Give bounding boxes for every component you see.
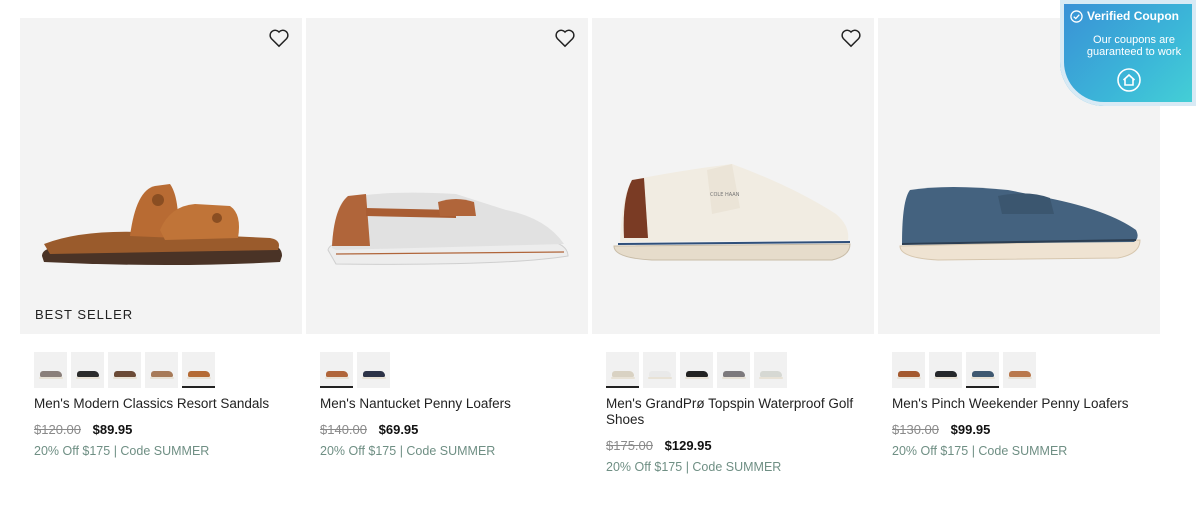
color-swatches xyxy=(320,352,588,388)
product-name[interactable]: Men's Nantucket Penny Loafers xyxy=(320,396,580,412)
product-card[interactable]: Men's Nantucket Penny Loafers $140.00 $6… xyxy=(306,18,588,474)
color-swatch[interactable] xyxy=(717,352,750,388)
color-swatch[interactable] xyxy=(680,352,713,388)
coupon-title: Verified Coupon xyxy=(1087,9,1180,23)
swatch-shoe xyxy=(39,371,63,379)
sale-price: $99.95 xyxy=(950,422,991,437)
color-swatch[interactable] xyxy=(34,352,67,388)
swatch-shoe xyxy=(611,371,635,379)
color-swatch[interactable] xyxy=(71,352,104,388)
original-price: $140.00 xyxy=(320,422,367,437)
price-row: $140.00 $69.95 xyxy=(320,422,588,437)
color-swatch[interactable] xyxy=(108,352,141,388)
coupon-subtitle: Our coupons are guaranteed to work xyxy=(1086,34,1182,58)
sale-price: $89.95 xyxy=(92,422,133,437)
product-name[interactable]: Men's GrandPrø Topspin Waterproof Golf S… xyxy=(606,396,866,428)
swatch-shoe xyxy=(897,371,921,379)
product-card[interactable]: BEST SELLER Men's Modern Classics Resort… xyxy=(20,18,302,474)
swatch-shoe xyxy=(187,371,211,379)
house-icon[interactable] xyxy=(1117,68,1141,92)
color-swatch-selected[interactable] xyxy=(606,352,639,388)
swatch-shoe xyxy=(362,371,386,379)
color-swatch[interactable] xyxy=(1003,352,1036,388)
color-swatch-selected[interactable] xyxy=(966,352,999,388)
color-swatch-selected[interactable] xyxy=(182,352,215,388)
golf-shoe-image: COLE HAAN xyxy=(613,164,851,261)
color-swatch-selected[interactable] xyxy=(320,352,353,388)
product-image[interactable] xyxy=(306,18,588,334)
product-grid: BEST SELLER Men's Modern Classics Resort… xyxy=(20,18,1160,474)
promo-text: 20% Off $175 | Code SUMMER xyxy=(34,444,210,458)
swatch-shoe xyxy=(722,371,746,379)
product-image[interactable]: BEST SELLER xyxy=(20,18,302,334)
promo-text: 20% Off $175 | Code SUMMER xyxy=(892,444,1068,458)
promo-text: 20% Off $175 | Code SUMMER xyxy=(320,444,496,458)
swatch-shoe xyxy=(1008,371,1032,379)
color-swatch[interactable] xyxy=(357,352,390,388)
price-row: $120.00 $89.95 xyxy=(34,422,302,437)
best-seller-badge: BEST SELLER xyxy=(35,307,134,322)
verified-coupon-popup[interactable]: Verified Coupon Our coupons are guarante… xyxy=(1060,0,1196,106)
price-row: $130.00 $99.95 xyxy=(892,422,1160,437)
sale-price: $69.95 xyxy=(378,422,419,437)
sandal-image xyxy=(42,184,282,265)
original-price: $175.00 xyxy=(606,438,653,453)
svg-text:COLE HAAN: COLE HAAN xyxy=(710,192,740,198)
product-name[interactable]: Men's Modern Classics Resort Sandals xyxy=(34,396,294,412)
swatch-shoe xyxy=(685,371,709,379)
heart-icon[interactable] xyxy=(840,28,862,48)
swatch-shoe xyxy=(150,371,174,379)
color-swatches xyxy=(34,352,302,388)
coupon-title-row: Verified Coupon xyxy=(1070,9,1179,23)
swatch-shoe xyxy=(76,371,100,379)
swatch-shoe xyxy=(971,371,995,379)
swatch-shoe xyxy=(759,371,783,379)
price-row: $175.00 $129.95 xyxy=(606,438,874,453)
product-card[interactable]: COLE HAAN Men's GrandPrø Topspin Waterpr… xyxy=(592,18,874,474)
original-price: $130.00 xyxy=(892,422,939,437)
color-swatch[interactable] xyxy=(892,352,925,388)
swatch-shoe xyxy=(113,371,137,379)
check-circle-icon xyxy=(1070,9,1083,23)
color-swatches xyxy=(606,352,874,388)
color-swatch[interactable] xyxy=(145,352,178,388)
sale-price: $129.95 xyxy=(664,438,712,453)
swatch-shoe xyxy=(325,371,349,379)
swatch-shoe xyxy=(648,371,672,379)
product-name[interactable]: Men's Pinch Weekender Penny Loafers xyxy=(892,396,1152,412)
promo-text: 20% Off $175 | Code SUMMER xyxy=(606,460,782,474)
loafer-image xyxy=(327,192,569,265)
color-swatch[interactable] xyxy=(929,352,962,388)
product-image[interactable]: COLE HAAN xyxy=(592,18,874,334)
color-swatch[interactable] xyxy=(754,352,787,388)
color-swatch[interactable] xyxy=(643,352,676,388)
swatch-shoe xyxy=(934,371,958,379)
heart-icon[interactable] xyxy=(554,28,576,48)
color-swatches xyxy=(892,352,1160,388)
original-price: $120.00 xyxy=(34,422,81,437)
heart-icon[interactable] xyxy=(268,28,290,48)
